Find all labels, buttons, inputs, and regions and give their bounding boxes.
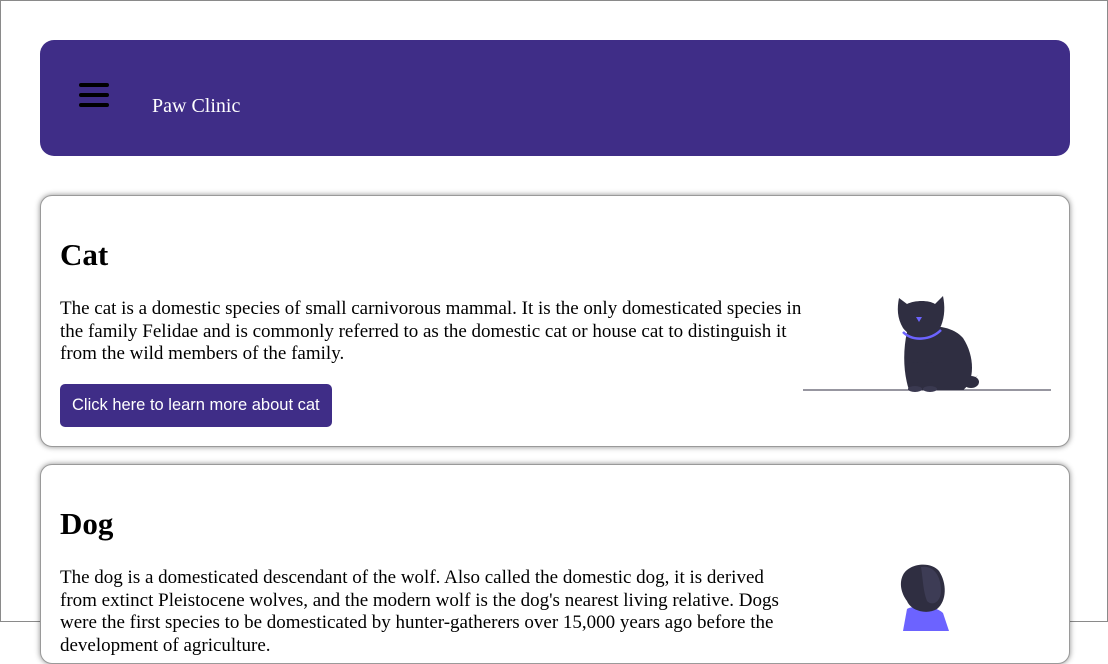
card-title: Dog — [60, 506, 114, 541]
card-description: The dog is a domesticated descendant of … — [60, 567, 779, 656]
card-description: The cat is a domestic species of small c… — [60, 298, 802, 364]
learn-more-cat-button[interactable]: Click here to learn more about cat — [60, 384, 332, 427]
dog-illustration — [900, 564, 949, 631]
hamburger-menu-icon[interactable] — [79, 83, 109, 107]
top-navigation-bar: Paw Clinic — [40, 40, 1070, 156]
brand-name[interactable]: Paw Clinic — [152, 94, 240, 118]
cat-card: Cat The cat is a domestic species of sma… — [40, 195, 1070, 447]
sitting-cat-illustration — [803, 296, 1051, 392]
card-title: Cat — [60, 237, 109, 272]
dog-card: Dog The dog is a domesticated descendant… — [40, 464, 1070, 664]
